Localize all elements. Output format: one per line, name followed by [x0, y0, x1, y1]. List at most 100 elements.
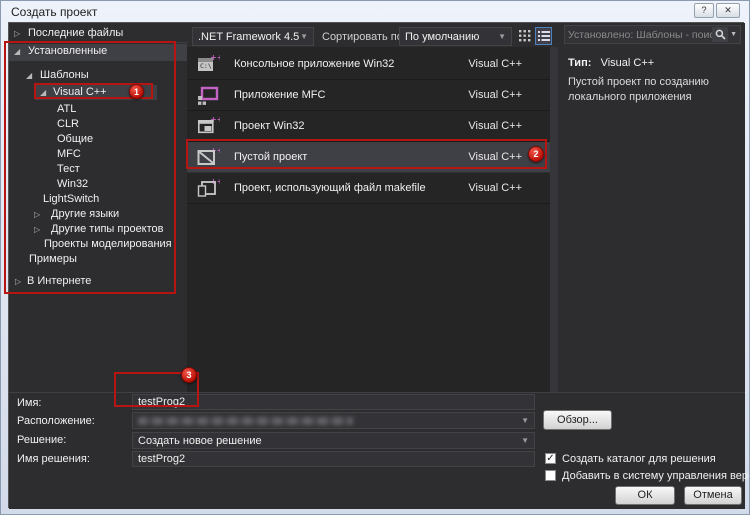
win32-project-icon: ++ [197, 115, 223, 138]
sidebar-item-label: Тест [57, 163, 80, 175]
name-input[interactable]: testProg2 [132, 394, 535, 410]
template-name: Приложение MFC [234, 89, 326, 101]
grid-view-icon [518, 30, 530, 42]
solution-name-label: Имя решения: [17, 453, 90, 465]
sidebar-item-win32[interactable]: Win32 [9, 177, 187, 192]
type-label: Тип: [568, 57, 592, 69]
template-row-2[interactable]: Приложение MFC Visual C++ [187, 80, 550, 111]
search-options-chevron-icon[interactable]: ▼ [730, 31, 737, 38]
template-name: Проект, использующий файл makefile [234, 182, 426, 194]
solution-combo[interactable]: Создать новое решение ▼ [132, 432, 535, 449]
sidebar-item-label: Примеры [29, 253, 77, 265]
sidebar-item-установленные[interactable]: ◢ Установленные [9, 44, 187, 61]
tree-expanded-icon[interactable]: ◢ [14, 44, 20, 59]
version-control-checkbox[interactable] [545, 470, 556, 481]
close-button[interactable]: ✕ [716, 3, 740, 18]
sidebar-item-label: Visual C++ [53, 86, 107, 98]
version-control-checkbox-row: Добавить в систему управления версиями [545, 469, 749, 482]
create-dir-checkbox[interactable]: ✓ [545, 453, 556, 464]
chevron-down-icon: ▼ [521, 436, 529, 445]
sidebar-item-примеры[interactable]: Примеры [9, 252, 187, 267]
sidebar-item-шаблоны[interactable]: ◢ Шаблоны [9, 68, 187, 83]
create-project-dialog-window: Создать проект ? ✕ ▷ Последние файлы ◢ Уста… [0, 0, 750, 515]
grid-view-button[interactable] [516, 27, 533, 45]
tree-collapsed-icon[interactable]: ▷ [14, 26, 20, 41]
sidebar-item-label: Проекты моделирования [44, 238, 172, 250]
svg-text:C:\: C:\ [200, 62, 212, 70]
sidebar-item-visual-c++[interactable]: ◢ Visual C++ [9, 85, 187, 100]
mfc-app-icon [197, 84, 220, 107]
sidebar-item-label: Шаблоны [40, 69, 89, 81]
name-label: Имя: [17, 397, 42, 409]
sidebar-item-lightswitch[interactable]: LightSwitch [9, 192, 187, 207]
search-input[interactable]: Установлено: Шаблоны - поиск (Ctrl ▼ [564, 25, 741, 44]
location-value-redacted [138, 416, 353, 425]
sidebar-item-общие[interactable]: Общие [9, 132, 187, 147]
tree-expanded-icon[interactable]: ◢ [40, 85, 46, 100]
template-type-row: Тип: Visual C++ [568, 57, 654, 69]
help-button[interactable]: ? [694, 3, 714, 18]
sidebar-item-label: ATL [57, 103, 77, 115]
sidebar-item-label: Общие [57, 133, 94, 145]
template-language: Visual C++ [468, 120, 522, 132]
chevron-down-icon: ▼ [521, 416, 529, 425]
template-row-5[interactable]: ++ Проект, использующий файл makefile Visu… [187, 173, 550, 204]
cancel-button[interactable]: Отмена [684, 486, 742, 505]
template-row-3[interactable]: ++ Проект Win32 Visual C++ [187, 111, 550, 142]
location-label: Расположение: [17, 415, 95, 427]
location-combo[interactable]: ▼ [132, 412, 535, 429]
sidebar-item-проекты-моделирования[interactable]: Проекты моделирования [9, 237, 187, 252]
makefile-project-icon: ++ [197, 177, 223, 200]
type-value: Visual C++ [600, 57, 655, 69]
sidebar-item-atl[interactable]: ATL [9, 102, 187, 117]
ok-button[interactable]: ОК [615, 486, 675, 505]
sidebar-item-другие-типы-проектов[interactable]: ▷ Другие типы проектов [9, 222, 187, 237]
sidebar-item-тест[interactable]: Тест [9, 162, 187, 177]
browse-button[interactable]: Обзор... [543, 410, 612, 430]
solution-combo-value: Создать новое решение [138, 434, 262, 447]
template-language: Visual C++ [468, 151, 522, 163]
framework-dropdown[interactable]: .NET Framework 4.5 ▼ [192, 27, 314, 46]
project-settings-form: Имя: testProg2 Расположение: ▼ Обзор... … [9, 392, 749, 509]
chevron-down-icon: ▼ [498, 32, 506, 41]
sidebar-item-label: LightSwitch [43, 193, 100, 205]
sidebar-item-label: Win32 [57, 178, 89, 190]
template-name: Консольное приложение Win32 [234, 58, 395, 70]
empty-project-icon: ++ [197, 146, 223, 169]
solution-name-input[interactable]: testProg2 [132, 451, 535, 467]
sidebar-item-label: Другие типы проектов [51, 223, 164, 235]
sort-dropdown[interactable]: По умолчанию ▼ [399, 27, 512, 46]
tree-expanded-icon[interactable]: ◢ [26, 68, 32, 83]
sidebar-item-в-интернете[interactable]: ▷ В Интернете [9, 274, 187, 289]
template-list: ++C:\Консольное приложение Win32Visual C… [187, 47, 550, 392]
sidebar-item-label: CLR [57, 118, 80, 130]
console-app-icon: ++C:\ [197, 53, 223, 76]
template-name: Проект Win32 [234, 120, 305, 132]
name-input-value: testProg2 [138, 396, 186, 408]
list-view-button[interactable] [535, 27, 552, 45]
sidebar-item-mfc[interactable]: MFC [9, 147, 187, 162]
sidebar-item-label: Последние файлы [28, 27, 124, 39]
details-panel: Установлено: Шаблоны - поиск (Ctrl ▼ Тип… [558, 23, 745, 392]
template-list-scrollbar[interactable] [550, 47, 558, 392]
tree-collapsed-icon[interactable]: ▷ [34, 207, 40, 222]
create-dir-checkbox-row: ✓ Создать каталог для решения [545, 452, 716, 465]
sidebar-item-последние-файлы[interactable]: ▷ Последние файлы [9, 26, 187, 43]
window-title: Создать проект [11, 5, 98, 19]
tree-collapsed-icon[interactable]: ▷ [34, 222, 40, 237]
solution-label: Решение: [17, 434, 67, 446]
dialog-body: ▷ Последние файлы ◢ Установленные ◢ Шаблоны ◢ V… [8, 22, 749, 509]
sidebar-item-clr[interactable]: CLR [9, 117, 187, 132]
template-row-1[interactable]: ++C:\ Консольное приложение Win32 Visual C… [187, 49, 550, 80]
sidebar-item-label: Установленные [28, 45, 108, 57]
tree-collapsed-icon[interactable]: ▷ [15, 274, 21, 289]
sidebar-item-label: В Интернете [27, 275, 92, 287]
create-dir-checkbox-label: Создать каталог для решения [562, 452, 716, 465]
sidebar-item-label: Другие языки [51, 208, 120, 220]
sidebar-item-другие-языки[interactable]: ▷ Другие языки [9, 207, 187, 222]
template-language: Visual C++ [468, 89, 522, 101]
template-language: Visual C++ [468, 58, 522, 70]
template-language: Visual C++ [468, 182, 522, 194]
template-row-4[interactable]: ++ Пустой проект Visual C++ [187, 142, 550, 173]
search-icon [712, 27, 729, 42]
